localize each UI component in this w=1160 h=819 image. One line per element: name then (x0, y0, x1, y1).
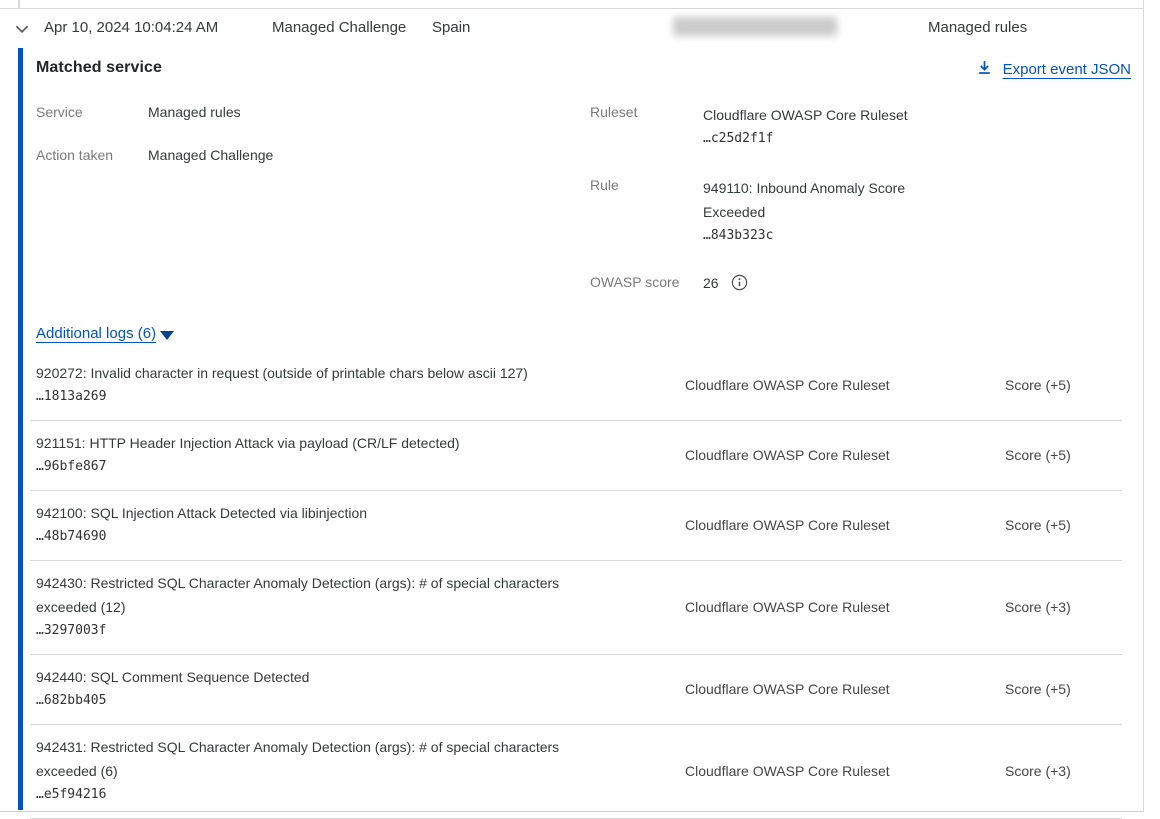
log-rule-description: 942100: SQL Injection Attack Detected vi… (36, 501, 610, 525)
field-ruleset: Ruleset Cloudflare OWASP Core Ruleset …c… (590, 103, 1131, 151)
caret-down-icon[interactable] (160, 331, 174, 340)
log-score-badge: Score (+5) (1005, 377, 1071, 393)
log-ruleset-name: Cloudflare OWASP Core Ruleset (685, 763, 965, 779)
log-rule-description: 942440: SQL Comment Sequence Detected (36, 665, 610, 689)
log-row: 920272: Invalid character in request (ou… (30, 351, 1122, 421)
additional-logs-toggle[interactable]: Additional logs (6) (36, 325, 156, 342)
matched-service-fields: Service Managed rules Action taken Manag… (36, 103, 1131, 316)
event-detail-panel: Matched service Export event JSON (0, 48, 1144, 811)
field-owasp-score: OWASP score 26 (590, 273, 1131, 292)
row-divider-remnant (18, 0, 20, 8)
log-rule-description: 921151: HTTP Header Injection Attack via… (36, 431, 610, 455)
additional-logs-list: 920272: Invalid character in request (ou… (30, 351, 1122, 819)
log-rule-description: 942430: Restricted SQL Character Anomaly… (36, 571, 610, 619)
field-rule: Rule 949110: Inbound Anomaly Score Excee… (590, 176, 1131, 248)
log-rule-hash: …1813a269 (36, 385, 610, 409)
expanded-accent-bar (18, 48, 23, 810)
owasp-score-value: 26 (703, 275, 719, 291)
redacted-hostname (673, 17, 837, 36)
log-rule-hash: …48b74690 (36, 525, 610, 549)
rule-id-hash: …843b323c (703, 224, 943, 248)
log-score-badge: Score (+5) (1005, 517, 1071, 533)
info-circle-icon[interactable] (731, 274, 748, 291)
log-row: 942430: Restricted SQL Character Anomaly… (30, 561, 1122, 655)
log-rule-hash: …e5f94216 (36, 783, 610, 807)
log-rule-hash: …3297003f (36, 619, 610, 643)
chevron-down-icon (13, 26, 31, 41)
export-event-json-label: Export event JSON (1003, 61, 1131, 78)
export-event-json-link[interactable]: Export event JSON (976, 59, 1131, 80)
log-rule-hash: …96bfe867 (36, 455, 610, 479)
log-row: 942440: SQL Comment Sequence Detected …6… (30, 655, 1122, 725)
log-score-badge: Score (+3) (1005, 763, 1071, 779)
download-icon (976, 59, 993, 80)
collapse-row-button[interactable] (12, 20, 32, 40)
event-timestamp: Apr 10, 2024 10:04:24 AM (44, 19, 218, 36)
log-score-badge: Score (+3) (1005, 599, 1071, 615)
log-ruleset-name: Cloudflare OWASP Core Ruleset (685, 517, 965, 533)
field-label: OWASP score (590, 273, 703, 292)
security-event-expanded-row: Apr 10, 2024 10:04:24 AM Managed Challen… (0, 0, 1144, 812)
log-rule-description: 942431: Restricted SQL Character Anomaly… (36, 735, 610, 783)
log-row: 942431: Restricted SQL Character Anomaly… (30, 725, 1122, 819)
ruleset-id-hash: …c25d2f1f (703, 127, 908, 151)
log-rule-hash: …682bb405 (36, 689, 610, 713)
event-service: Managed rules (928, 19, 1027, 36)
log-rule-description: 920272: Invalid character in request (ou… (36, 361, 610, 385)
matched-service-title: Matched service (36, 59, 162, 77)
field-value: Managed rules (148, 103, 241, 122)
log-score-badge: Score (+5) (1005, 447, 1071, 463)
log-ruleset-name: Cloudflare OWASP Core Ruleset (685, 599, 965, 615)
event-country: Spain (432, 19, 470, 36)
ruleset-name: Cloudflare OWASP Core Ruleset (703, 103, 908, 127)
event-row-header[interactable]: Apr 10, 2024 10:04:24 AM Managed Challen… (0, 8, 1144, 48)
field-label: Action taken (36, 146, 148, 165)
rule-name: 949110: Inbound Anomaly Score Exceeded (703, 176, 943, 224)
field-label: Ruleset (590, 103, 703, 151)
field-service: Service Managed rules (36, 103, 590, 122)
log-row: 942100: SQL Injection Attack Detected vi… (30, 491, 1122, 561)
log-ruleset-name: Cloudflare OWASP Core Ruleset (685, 681, 965, 697)
log-score-badge: Score (+5) (1005, 681, 1071, 697)
log-ruleset-name: Cloudflare OWASP Core Ruleset (685, 447, 965, 463)
field-label: Service (36, 103, 148, 122)
event-action: Managed Challenge (272, 19, 406, 36)
log-ruleset-name: Cloudflare OWASP Core Ruleset (685, 377, 965, 393)
field-value: Managed Challenge (148, 146, 273, 165)
field-action-taken: Action taken Managed Challenge (36, 146, 590, 165)
field-label: Rule (590, 176, 703, 248)
log-row: 921151: HTTP Header Injection Attack via… (30, 421, 1122, 491)
